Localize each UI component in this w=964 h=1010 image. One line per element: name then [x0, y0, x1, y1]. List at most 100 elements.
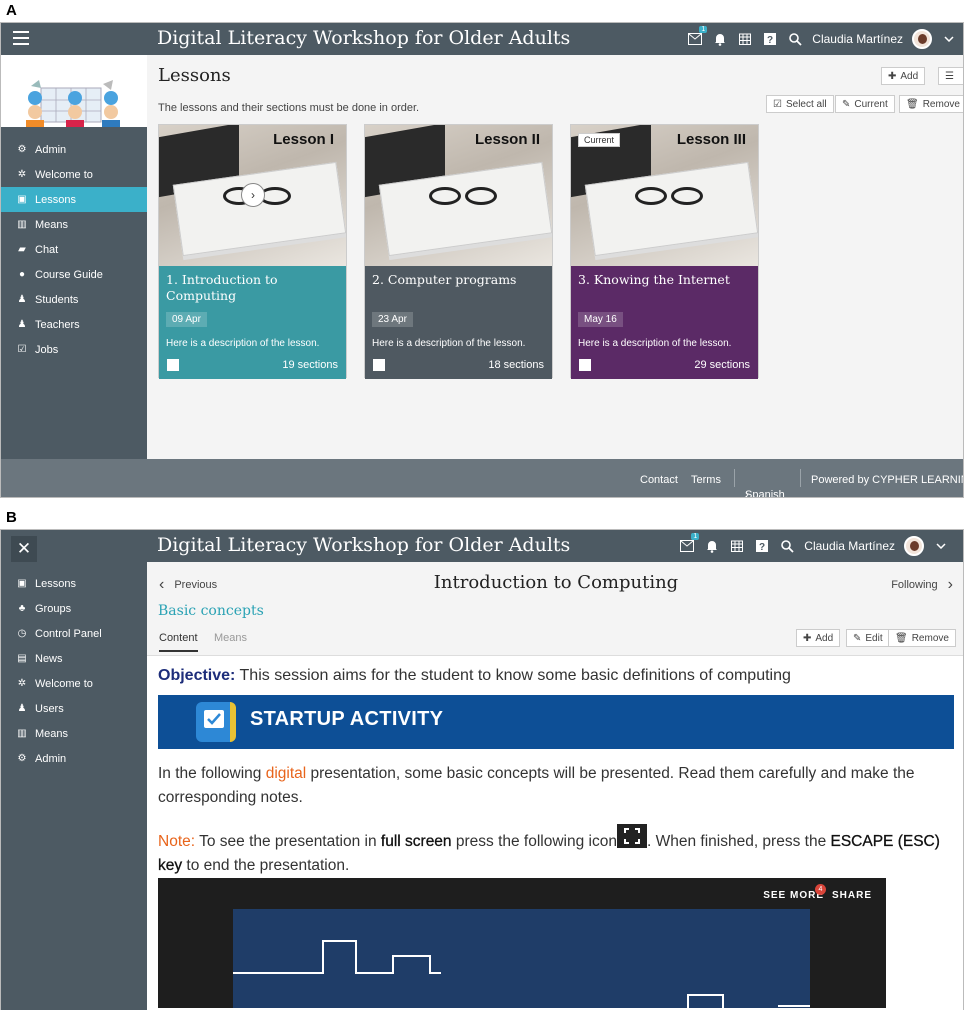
lesson-card-body: 1. Introduction to Computing 09 Apr Here…	[159, 266, 346, 379]
sidebar-item-label: Groups	[35, 602, 72, 615]
sidebar-item-admin[interactable]: ⚙ Admin	[1, 746, 147, 771]
sidebar-item-label: Means	[35, 727, 69, 740]
lesson-card[interactable]: Current Lesson III 3. Knowing the Intern…	[570, 124, 759, 379]
lesson-checkbox[interactable]	[579, 359, 591, 371]
footer-contact-link[interactable]: Contact	[640, 474, 678, 486]
user-name[interactable]: Claudia Martínez	[812, 32, 903, 46]
sidebar-item-label: Teachers	[35, 318, 80, 331]
startup-activity-banner: STARTUP ACTIVITY	[158, 695, 954, 749]
list-view-button[interactable]: ☰	[938, 67, 963, 85]
calendar-icon[interactable]	[737, 31, 753, 47]
select-all-button[interactable]: ☑ Select all	[766, 95, 834, 113]
sidebar-item-users[interactable]: ♟ Users	[1, 696, 147, 721]
user-icon: ♟	[17, 319, 27, 330]
lesson-card-body: 3. Knowing the Internet May 16 Here is a…	[571, 266, 758, 379]
signal-wave-graphic	[233, 940, 810, 1008]
lesson-name: Lesson III	[676, 131, 746, 148]
sidebar-item-label: Lessons	[35, 577, 76, 590]
sidebar-item-news[interactable]: ▤ News	[1, 646, 147, 671]
tab-content[interactable]: Content	[159, 632, 198, 652]
search-icon[interactable]	[779, 538, 795, 554]
checkbox-icon: ☑	[773, 98, 782, 110]
footer-terms-link[interactable]: Terms	[691, 474, 721, 486]
intro-paragraph: In the following digital presentation, s…	[158, 762, 958, 810]
highlight-text: digital	[265, 765, 307, 782]
sidebar-item-control-panel[interactable]: ◷ Control Panel	[1, 621, 147, 646]
lesson-card[interactable]: › Lesson I 1. Introduction to Computing …	[158, 124, 347, 379]
language-label: Spanish	[745, 489, 785, 498]
following-link[interactable]: Following ›	[891, 576, 953, 594]
chevron-right-icon[interactable]: ›	[241, 183, 265, 207]
sidebar-item-lessons[interactable]: ▣ Lessons	[1, 187, 147, 212]
sidebar-item-welcome[interactable]: ✲ Welcome to	[1, 671, 147, 696]
tab-means[interactable]: Means	[214, 632, 247, 644]
sidebar-item-lessons[interactable]: ▣ Lessons	[1, 571, 147, 596]
close-icon[interactable]: ✕	[11, 536, 37, 562]
lesson-title[interactable]: 2. Computer programs	[372, 272, 547, 288]
current-button[interactable]: ✎ Current	[835, 95, 895, 113]
calendar-check-icon	[196, 702, 236, 742]
course-title: Digital Literacy Workshop for Older Adul…	[157, 27, 571, 49]
share-button[interactable]: SHARE	[832, 890, 872, 901]
panel-a-window: Digital Literacy Workshop for Older Adul…	[0, 22, 964, 498]
user-name[interactable]: Claudia Martínez	[804, 539, 895, 553]
footer: Contact Terms Spanish › Powered by CYPHE…	[1, 459, 963, 497]
avatar[interactable]	[912, 29, 932, 49]
sidebar-item-groups[interactable]: ♣ Groups	[1, 596, 147, 621]
edit-button[interactable]: ✎ Edit	[846, 629, 890, 647]
sidebar-item-jobs[interactable]: ☑ Jobs	[1, 337, 147, 362]
lesson-card[interactable]: Lesson II 2. Computer programs 23 Apr He…	[364, 124, 553, 379]
lesson-name: Lesson II	[474, 131, 540, 148]
add-label: Add	[815, 632, 834, 644]
note-bold: full screen	[380, 833, 452, 850]
presentation-embed[interactable]: SEE MORE 4 SHARE	[158, 878, 886, 1008]
sidebar-item-chat[interactable]: ▰ Chat	[1, 237, 147, 262]
sidebar-item-teachers[interactable]: ♟ Teachers	[1, 312, 147, 337]
sidebar-item-label: Users	[35, 702, 64, 715]
building-icon: ▥	[17, 728, 27, 739]
lesson-title[interactable]: 1. Introduction to Computing	[166, 272, 341, 304]
add-button[interactable]: ✚ Add	[881, 67, 926, 85]
lesson-title[interactable]: 3. Knowing the Internet	[578, 272, 753, 288]
lesson-image: Current Lesson III	[571, 125, 758, 266]
chat-icon: ▰	[18, 244, 26, 255]
note-text: . When finished, press the	[646, 833, 831, 850]
sidebar-item-students[interactable]: ♟ Students	[1, 287, 147, 312]
help-icon[interactable]: ?	[762, 31, 778, 47]
building-icon: ▥	[17, 219, 27, 230]
sidebar-item-admin[interactable]: ⚙ Admin	[1, 137, 147, 162]
sidebar-item-means[interactable]: ▥ Means	[1, 721, 147, 746]
menu-icon[interactable]	[13, 31, 29, 45]
search-icon[interactable]	[787, 31, 803, 47]
footer-powered-by[interactable]: Powered by CYPHER LEARNING	[811, 474, 963, 486]
mail-icon[interactable]: 1	[687, 26, 708, 47]
sun-icon: ✲	[17, 169, 27, 180]
user-icon: ♟	[17, 294, 27, 305]
news-icon: ▤	[17, 653, 27, 664]
lesson-checkbox[interactable]	[167, 359, 179, 371]
remove-button[interactable]: 🗑 Remove	[888, 629, 956, 647]
bell-icon[interactable]	[712, 31, 728, 47]
course-title: Digital Literacy Workshop for Older Adul…	[157, 534, 571, 556]
sidebar-item-label: Means	[35, 218, 69, 231]
sidebar-item-means[interactable]: ▥ Means	[1, 212, 147, 237]
lesson-checkbox[interactable]	[373, 359, 385, 371]
sidebar-item-course-guide[interactable]: ● Course Guide	[1, 262, 147, 287]
mail-icon[interactable]: 1	[679, 533, 700, 554]
lesson-image: Lesson II	[365, 125, 552, 266]
help-icon[interactable]: ?	[754, 538, 770, 554]
bell-icon[interactable]	[704, 538, 720, 554]
current-tag: Current	[578, 133, 621, 147]
note-text: To see the presentation in	[195, 833, 381, 850]
chevron-down-icon[interactable]	[941, 31, 957, 47]
avatar[interactable]	[904, 536, 924, 556]
remove-button[interactable]: 🗑 Remove	[899, 95, 963, 113]
sidebar-item-label: Chat	[35, 243, 59, 256]
sidebar-item-label: Jobs	[35, 343, 59, 356]
chevron-down-icon[interactable]	[933, 538, 949, 554]
trash-icon: 🗑	[895, 632, 908, 644]
sidebar-item-welcome[interactable]: ✲ Welcome to	[1, 162, 147, 187]
add-button[interactable]: ✚ Add	[796, 629, 841, 647]
calendar-icon[interactable]	[729, 538, 745, 554]
lesson-date: 23 Apr	[372, 312, 413, 327]
